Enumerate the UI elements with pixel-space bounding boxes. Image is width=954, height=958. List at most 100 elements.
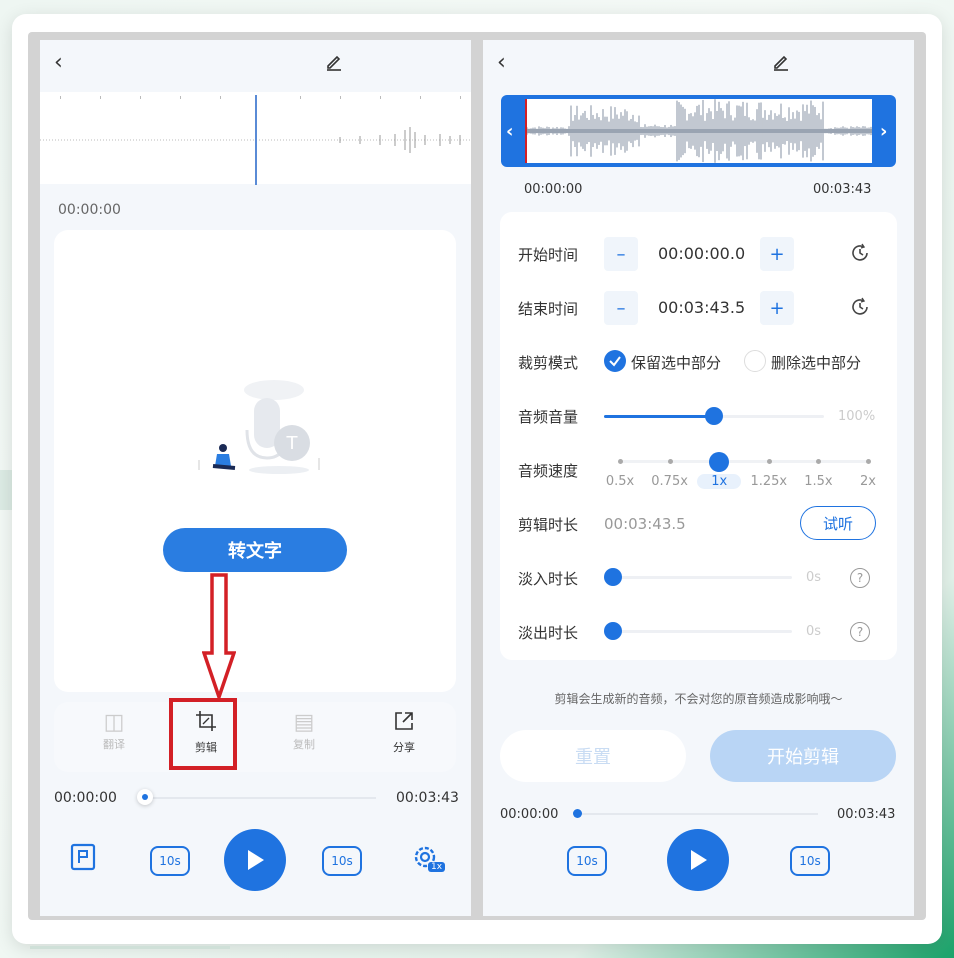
check-icon bbox=[609, 356, 621, 367]
speed-tick[interactable] bbox=[816, 459, 822, 464]
convert-to-text-button[interactable]: 转文字 bbox=[163, 528, 347, 572]
volume-label: 音频音量 bbox=[518, 408, 579, 426]
use-current-time-icon[interactable] bbox=[849, 242, 871, 268]
tool-bar: ◫ 翻译 剪辑 ▤ 复制 分享 bbox=[54, 698, 456, 772]
player-start-time: 00:00:00 bbox=[54, 790, 117, 806]
progress-track[interactable] bbox=[140, 797, 376, 799]
start-edit-button[interactable]: 开始剪辑 bbox=[710, 730, 896, 782]
fade-out-knob[interactable] bbox=[604, 622, 622, 640]
fade-out-slider[interactable] bbox=[612, 630, 792, 633]
end-time-label: 结束时间 bbox=[518, 300, 579, 318]
fade-out-label: 淡出时长 bbox=[518, 624, 579, 642]
wave-end-time: 00:03:43 bbox=[813, 182, 872, 197]
empty-illustration: T bbox=[179, 370, 339, 494]
speed-option-0.75x[interactable]: 0.75x bbox=[648, 474, 692, 489]
wave-start-time: 00:00:00 bbox=[524, 182, 583, 197]
forward-10s-button[interactable]: 10s bbox=[322, 846, 362, 876]
start-time-label: 开始时间 bbox=[518, 246, 579, 264]
edit-icon[interactable] bbox=[771, 52, 791, 76]
share-tool[interactable]: 分享 bbox=[384, 710, 424, 755]
fade-in-slider[interactable] bbox=[612, 576, 792, 579]
audio-edit-screen: ‹ ‹ › 00:00:00 00:03:43 开始时间 – 00:00:00.… bbox=[483, 40, 914, 916]
bookmark-icon[interactable] bbox=[70, 843, 96, 877]
speed-tick[interactable] bbox=[866, 459, 871, 464]
translate-tool[interactable]: ◫ 翻译 bbox=[94, 710, 134, 752]
trim-waveform[interactable]: ‹ › bbox=[501, 95, 896, 167]
back-icon[interactable]: ‹ bbox=[54, 50, 63, 75]
svg-text:T: T bbox=[286, 433, 299, 454]
play-button[interactable] bbox=[224, 829, 286, 891]
speed-option-1.25x[interactable]: 1.25x bbox=[747, 474, 791, 489]
speed-option-0.5x[interactable]: 0.5x bbox=[598, 474, 642, 489]
forward-label: 10s bbox=[799, 854, 821, 868]
play-button[interactable] bbox=[667, 829, 729, 891]
preview-button[interactable]: 试听 bbox=[800, 506, 876, 540]
edit-settings-panel: 开始时间 – 00:00:00.0 + 结束时间 – 00:03:43.5 + … bbox=[500, 212, 897, 660]
use-current-time-icon[interactable] bbox=[849, 296, 871, 322]
start-minus-button[interactable]: – bbox=[604, 237, 638, 271]
forward-10s-button[interactable]: 10s bbox=[790, 846, 830, 876]
back-icon[interactable]: ‹ bbox=[497, 50, 506, 75]
fade-in-label: 淡入时长 bbox=[518, 570, 579, 588]
edit-notice: 剪辑会生成新的音频，不会对您的原音频造成影响哦～ bbox=[554, 692, 843, 706]
volume-value: 100% bbox=[838, 409, 876, 424]
fade-out-help-icon[interactable]: ? bbox=[850, 622, 870, 642]
speed-option-2x[interactable]: 2x bbox=[846, 474, 890, 489]
speed-tick[interactable] bbox=[618, 459, 623, 464]
speed-tick[interactable] bbox=[766, 459, 772, 464]
progress-knob[interactable] bbox=[137, 789, 153, 805]
player-end-time: 00:03:43 bbox=[396, 790, 459, 806]
recording-detail-screen: ‹ 00:00:00 T 转文字 ◫ 翻译 剪辑 ▤ 复制 分享 00:00:0… bbox=[40, 40, 471, 916]
decorative-bar bbox=[30, 946, 230, 949]
play-icon bbox=[248, 850, 264, 870]
fade-in-knob[interactable] bbox=[604, 568, 622, 586]
start-time-value[interactable]: 00:00:00.0 bbox=[658, 244, 745, 263]
rewind-label: 10s bbox=[576, 854, 598, 868]
player-end-time: 00:03:43 bbox=[837, 807, 896, 822]
keep-selection-label[interactable]: 保留选中部分 bbox=[631, 352, 721, 373]
waveform-selection[interactable] bbox=[524, 99, 872, 163]
delete-selection-label[interactable]: 删除选中部分 bbox=[771, 352, 861, 373]
speed-option-1x[interactable]: 1x bbox=[697, 474, 742, 489]
rewind-label: 10s bbox=[159, 854, 181, 868]
annotation-highlight-box bbox=[169, 698, 237, 770]
keep-selection-radio[interactable] bbox=[604, 350, 626, 372]
end-minus-button[interactable]: – bbox=[604, 291, 638, 325]
copy-icon: ▤ bbox=[293, 710, 315, 735]
duration-label: 剪辑时长 bbox=[518, 516, 579, 534]
delete-selection-radio[interactable] bbox=[744, 350, 766, 372]
fade-out-value: 0s bbox=[806, 624, 822, 639]
copy-tool[interactable]: ▤ 复制 bbox=[284, 710, 324, 752]
volume-knob[interactable] bbox=[705, 407, 723, 425]
fade-in-value: 0s bbox=[806, 570, 822, 585]
fade-in-help-icon[interactable]: ? bbox=[850, 568, 870, 588]
speed-knob[interactable] bbox=[709, 452, 730, 472]
right-trim-handle-icon[interactable]: › bbox=[880, 121, 887, 142]
rewind-10s-button[interactable]: 10s bbox=[150, 846, 190, 876]
playhead bbox=[525, 99, 527, 163]
progress-knob[interactable] bbox=[573, 809, 582, 818]
settings-gear-icon[interactable]: 1x bbox=[410, 842, 446, 880]
share-label: 分享 bbox=[393, 741, 415, 754]
speed-tick[interactable] bbox=[667, 459, 673, 464]
duration-value: 00:03:43.5 bbox=[604, 515, 686, 533]
start-plus-button[interactable]: + bbox=[760, 237, 794, 271]
end-plus-button[interactable]: + bbox=[760, 291, 794, 325]
volume-fill bbox=[604, 415, 714, 418]
playhead[interactable] bbox=[255, 95, 257, 185]
share-icon bbox=[384, 710, 424, 739]
progress-track[interactable] bbox=[578, 813, 818, 815]
edit-icon[interactable] bbox=[324, 52, 344, 76]
player-start-time: 00:00:00 bbox=[500, 807, 559, 822]
left-trim-handle-icon[interactable]: ‹ bbox=[506, 121, 513, 142]
speed-option-1.5x[interactable]: 1.5x bbox=[796, 474, 840, 489]
transcript-panel: T 转文字 bbox=[54, 230, 456, 703]
end-time-value[interactable]: 00:03:43.5 bbox=[658, 298, 745, 317]
rewind-10s-button[interactable]: 10s bbox=[567, 846, 607, 876]
current-time: 00:00:00 bbox=[58, 202, 121, 218]
reset-button[interactable]: 重置 bbox=[500, 730, 686, 782]
forward-label: 10s bbox=[331, 854, 353, 868]
speed-track[interactable] bbox=[620, 460, 868, 463]
crop-mode-label: 裁剪模式 bbox=[518, 354, 579, 372]
translate-icon: ◫ bbox=[103, 710, 125, 735]
